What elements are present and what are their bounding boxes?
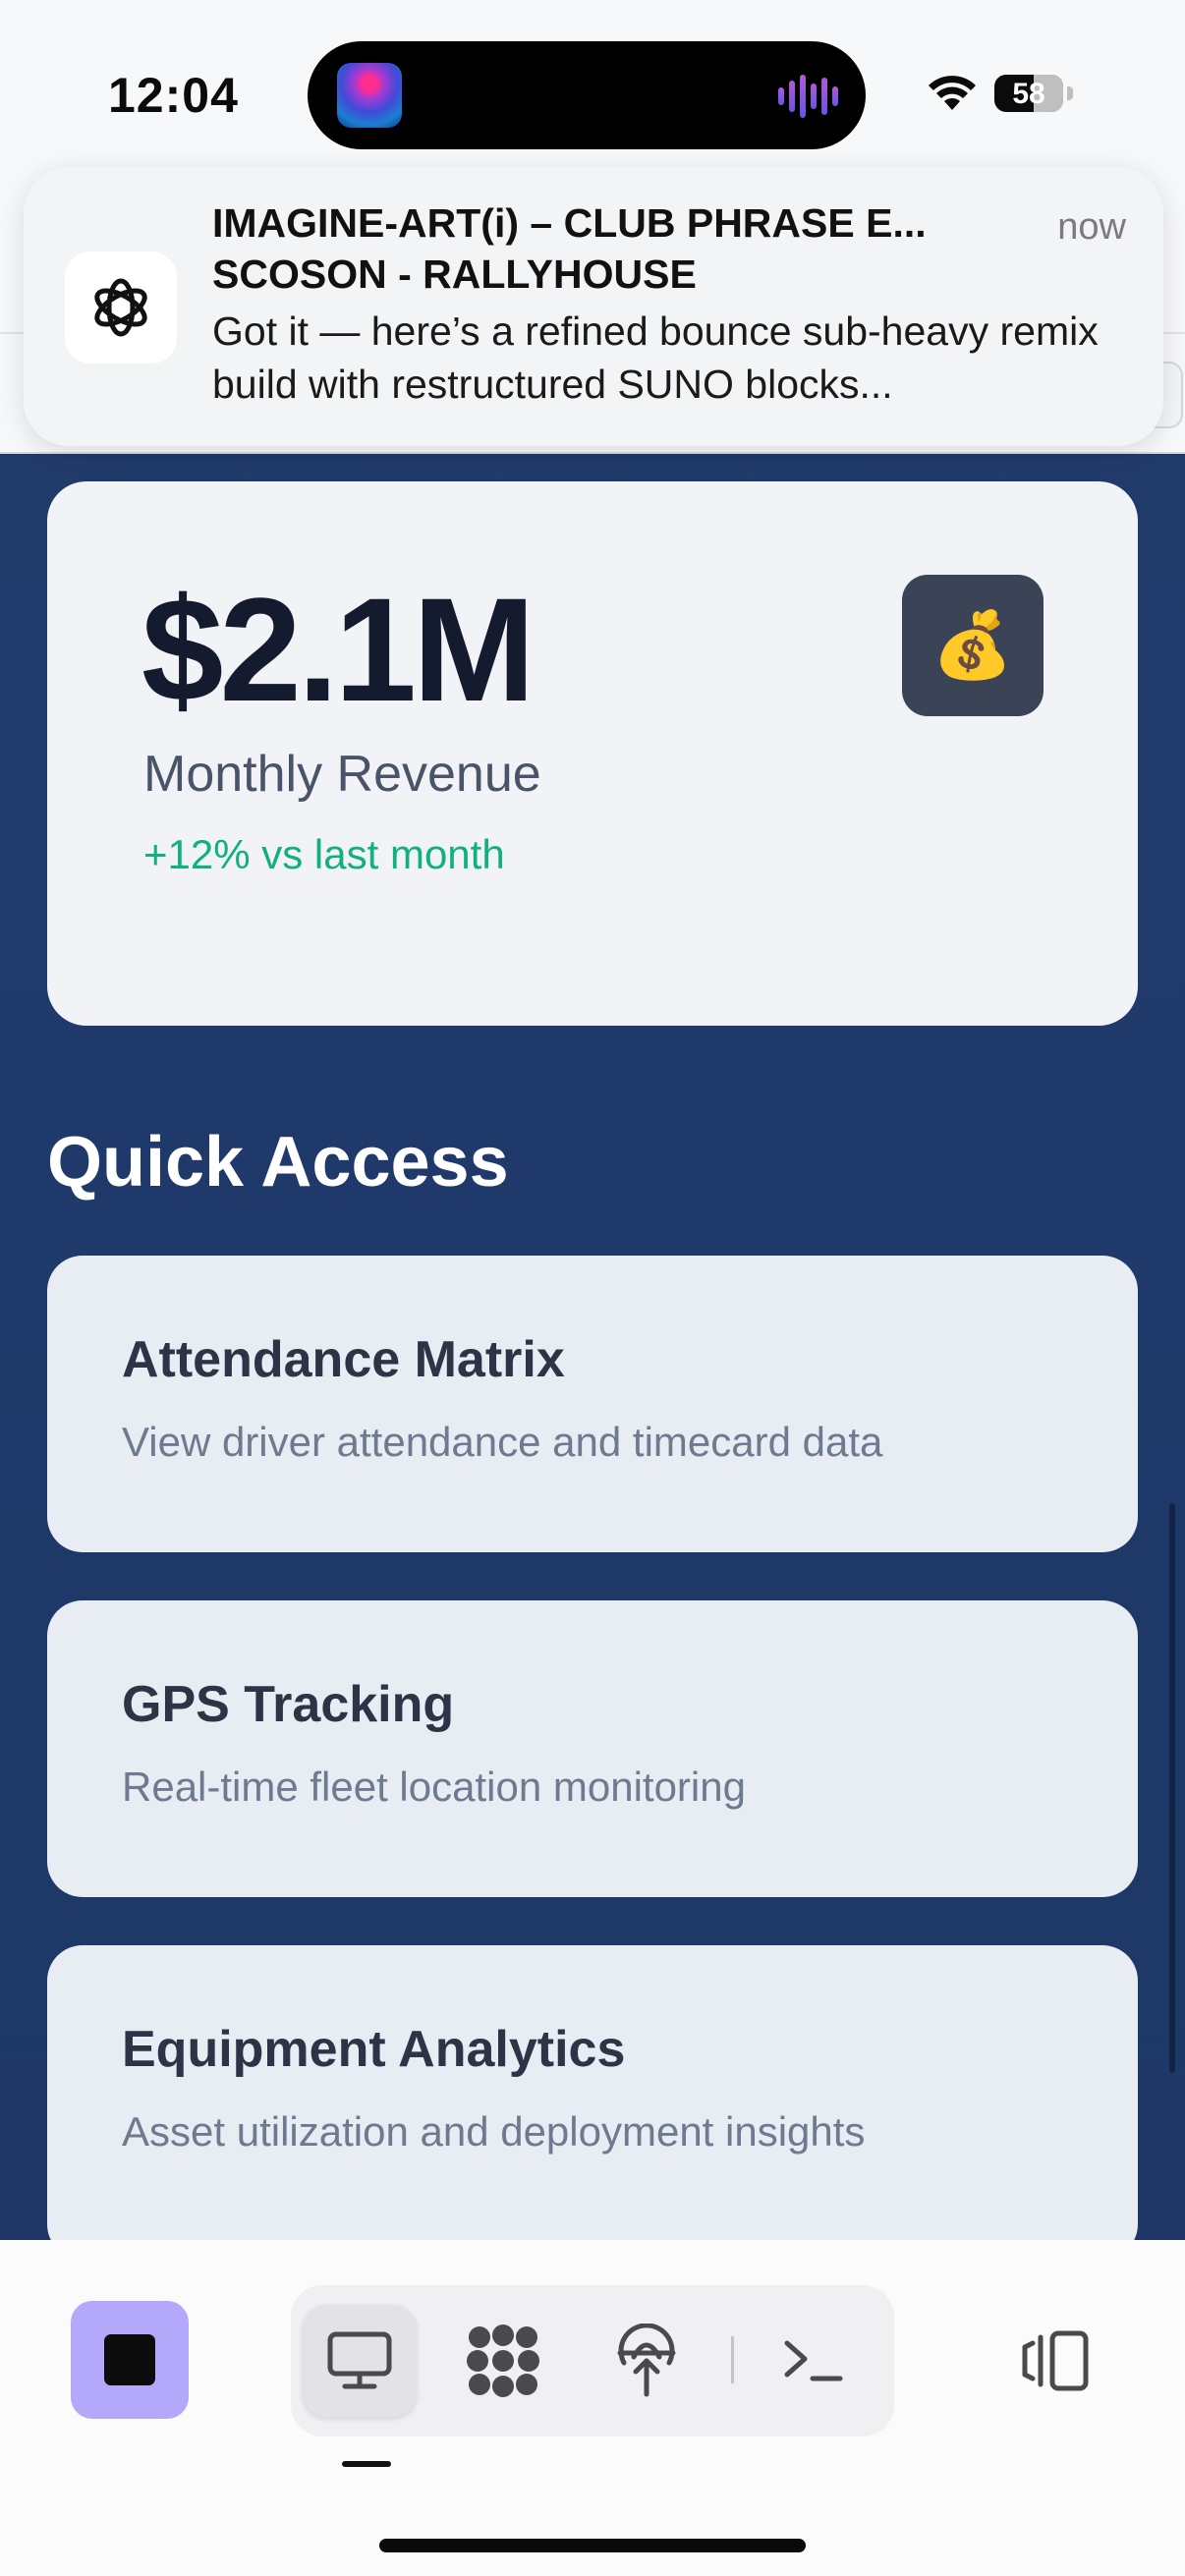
card-description: Asset utilization and deployment insight… (122, 2108, 866, 2155)
terminal-icon (784, 2340, 843, 2381)
audio-waveform-icon (778, 75, 838, 118)
notification-subtitle: SCOSON - RALLYHOUSE (212, 252, 697, 297)
wifi-icon (929, 76, 976, 110)
active-tab-indicator (342, 2461, 391, 2467)
sidebar-panel-icon (1022, 2330, 1089, 2391)
apps-button[interactable] (446, 2305, 560, 2417)
scrollbar[interactable] (1169, 1503, 1175, 2073)
card-title: Equipment Analytics (122, 2021, 626, 2078)
money-bag-icon: 💰 (902, 575, 1044, 716)
notification-time: now (1057, 206, 1126, 248)
card-title: GPS Tracking (122, 1676, 455, 1733)
quick-access-gps-tracking[interactable]: GPS Tracking Real-time fleet location mo… (47, 1600, 1138, 1897)
network-button[interactable] (590, 2305, 704, 2417)
battery-tip (1067, 86, 1073, 100)
card-description: View driver attendance and timecard data (122, 1419, 883, 1465)
stop-icon (104, 2334, 155, 2385)
revenue-label: Monthly Revenue (143, 746, 541, 803)
notification-body: Got it — here’s a refined bounce sub-hea… (212, 308, 1099, 407)
desktop-icon (327, 2331, 392, 2389)
home-indicator[interactable] (379, 2539, 806, 2552)
notification-title: IMAGINE-ART(i) – CLUB PHRASE E... (212, 200, 927, 246)
battery-percent: 58 (1012, 78, 1045, 110)
tool-group (291, 2285, 894, 2436)
battery-icon: 58 (994, 75, 1063, 112)
bottom-toolbar (0, 2240, 1185, 2576)
terminal-button[interactable] (757, 2305, 871, 2417)
revenue-change: +12% vs last month (143, 831, 505, 877)
stop-button[interactable] (71, 2301, 189, 2419)
card-title: Attendance Matrix (122, 1331, 565, 1388)
quick-access-attendance-matrix[interactable]: Attendance Matrix View driver attendance… (47, 1256, 1138, 1552)
quick-access-equipment-analytics[interactable]: Equipment Analytics Asset utilization an… (47, 1945, 1138, 2260)
card-description: Real-time fleet location monitoring (122, 1764, 746, 1810)
network-upload-icon (617, 2324, 676, 2397)
revenue-value: $2.1M (141, 567, 536, 732)
panel-button[interactable] (1006, 2307, 1104, 2415)
toolbar-separator (731, 2336, 734, 2383)
now-playing-artwork (337, 63, 402, 128)
apps-grid-icon (467, 2324, 539, 2397)
status-time: 12:04 (108, 68, 239, 123)
desktop-button[interactable] (303, 2305, 417, 2417)
revenue-card: $2.1M Monthly Revenue +12% vs last month… (47, 481, 1138, 1026)
dynamic-island[interactable] (308, 41, 866, 149)
chatgpt-icon (65, 252, 177, 364)
notification-banner[interactable]: IMAGINE-ART(i) – CLUB PHRASE E... SCOSON… (24, 167, 1163, 446)
section-title: Quick Access (47, 1123, 509, 1202)
